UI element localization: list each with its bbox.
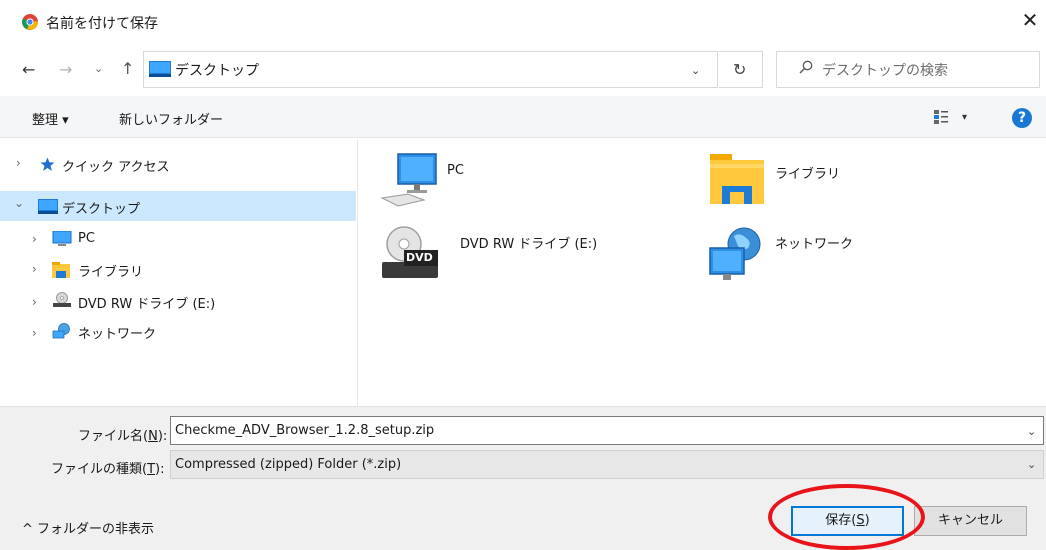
close-button[interactable]: ✕	[1020, 10, 1040, 30]
address-text: デスクトップ	[175, 63, 259, 79]
dvd-badge: DVD	[406, 251, 433, 264]
desktop-icon	[38, 199, 58, 214]
search-input-placeholder[interactable]: デスクトップの検索	[822, 60, 948, 80]
expand-chevron-icon[interactable]: ›	[32, 262, 37, 276]
content-item-label: ライブラリ	[775, 167, 841, 182]
expand-chevron-icon[interactable]: ›	[32, 232, 37, 246]
pc-icon	[380, 153, 437, 207]
content-item-label: DVD RW ドライブ (E:)	[460, 237, 598, 252]
expand-chevron-icon[interactable]: ›	[16, 156, 21, 170]
network-icon	[52, 323, 70, 339]
organize-button[interactable]: 整理 ▾	[32, 109, 69, 128]
tree-item-label: ネットワーク	[78, 327, 157, 342]
pc-icon	[52, 231, 72, 246]
new-folder-button[interactable]: 新しいフォルダー	[119, 109, 223, 128]
desktop-icon	[149, 61, 171, 77]
library-icon	[710, 154, 764, 204]
tree-item-label: デスクトップ	[62, 202, 141, 217]
filetype-dropdown-icon[interactable]: ⌄	[1027, 458, 1036, 471]
tree-item-label: PC	[78, 231, 95, 246]
refresh-icon: ↻	[733, 60, 747, 79]
tree-item-label: ライブラリ	[78, 265, 144, 280]
network-icon	[709, 227, 761, 280]
view-options-icon[interactable]	[933, 109, 949, 125]
star-icon	[40, 157, 55, 171]
recent-locations-chevron-icon[interactable]: ⌄	[94, 62, 103, 75]
search-icon	[799, 60, 813, 74]
up-button[interactable]: ↑	[121, 59, 134, 78]
dvd-drive-icon	[53, 292, 71, 307]
address-dropdown-icon[interactable]: ⌄	[691, 64, 700, 77]
window-title: 名前を付けて保存	[46, 16, 158, 32]
filetype-select[interactable]: Compressed (zipped) Folder (*.zip)	[170, 450, 1044, 479]
collapse-chevron-icon[interactable]: ⌄	[14, 196, 24, 210]
view-dropdown-icon[interactable]: ▾	[962, 112, 967, 123]
back-button[interactable]: ←	[22, 60, 35, 79]
content-item-label: PC	[447, 163, 464, 178]
expand-chevron-icon[interactable]: ›	[32, 326, 37, 340]
forward-button[interactable]: →	[59, 60, 72, 79]
help-icon[interactable]: ?	[1012, 108, 1032, 128]
chrome-icon	[22, 14, 38, 30]
save-button[interactable]: 保存(S)	[791, 506, 904, 536]
filename-input[interactable]: Checkme_ADV_Browser_1.2.8_setup.zip	[170, 416, 1044, 445]
content-item-label: ネットワーク	[775, 237, 854, 252]
cancel-button[interactable]: キャンセル	[914, 506, 1027, 536]
hide-folders-toggle[interactable]: ^ フォルダーの非表示	[22, 518, 154, 537]
expand-chevron-icon[interactable]: ›	[32, 295, 37, 309]
filetype-label: ファイルの種類(T):	[51, 462, 165, 477]
filename-label: ファイル名(N):	[78, 429, 168, 444]
tree-item-label: DVD RW ドライブ (E:)	[78, 297, 216, 312]
library-icon	[52, 262, 70, 278]
tree-item-label: クイック アクセス	[62, 160, 170, 175]
filename-dropdown-icon[interactable]: ⌄	[1027, 425, 1036, 438]
